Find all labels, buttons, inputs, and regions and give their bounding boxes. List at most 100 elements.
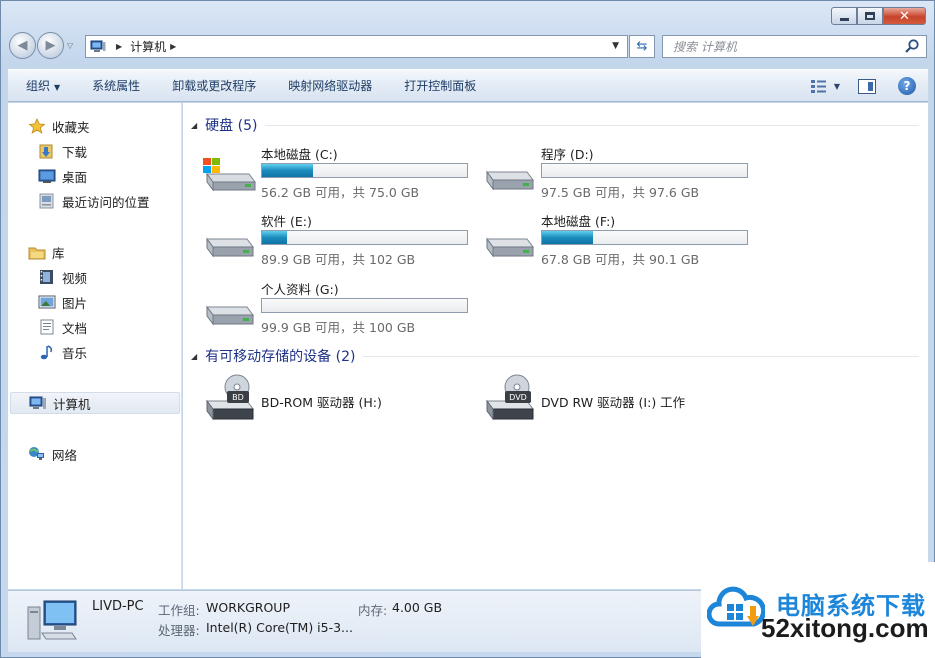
breadcrumb-separator-icon[interactable]: ▶ <box>116 42 122 51</box>
drive-item[interactable]: 个人资料 (G:) 99.9 GB 可用，共 100 GB <box>183 279 468 341</box>
maximize-button[interactable] <box>857 7 883 25</box>
organize-menu[interactable]: 组织 ▼ <box>8 77 76 94</box>
pictures-icon <box>38 295 56 309</box>
drive-usage-bar <box>261 163 468 178</box>
computer-icon <box>29 396 46 409</box>
recent-places-icon <box>39 193 54 209</box>
drive-item[interactable]: 软件 (E:) 89.9 GB 可用，共 102 GB <box>183 211 468 273</box>
help-icon[interactable]: ? <box>898 77 916 95</box>
drive-space-info: 99.9 GB 可用，共 100 GB <box>261 320 416 335</box>
cpu-value: Intel(R) Core(TM) i5-3... <box>206 620 353 635</box>
drive-usage-bar <box>541 163 748 178</box>
view-controls: ▼ ? <box>810 77 916 95</box>
drive-space-info: 56.2 GB 可用，共 75.0 GB <box>261 185 420 200</box>
drive-item[interactable]: 程序 (D:) 97.5 GB 可用，共 97.6 GB <box>463 144 748 206</box>
refresh-button[interactable]: ⇆ <box>629 35 655 58</box>
sidebar-item-desktop[interactable]: 桌面 <box>38 165 87 187</box>
uninstall-program-button[interactable]: 卸载或更改程序 <box>156 77 272 94</box>
drive-space-info: 97.5 GB 可用，共 97.6 GB <box>541 185 700 200</box>
sidebar-item-favorites[interactable]: 收藏夹 <box>28 115 90 137</box>
sidebar-item-recent-places[interactable]: 最近访问的位置 <box>38 190 150 212</box>
sidebar-item-libraries[interactable]: 库 <box>28 241 65 263</box>
cpu-label: 处理器: <box>158 623 200 638</box>
drive-name: BD-ROM 驱动器 (H:) <box>261 395 382 410</box>
sidebar-item-downloads[interactable]: 下载 <box>38 140 87 162</box>
minimize-icon <box>839 17 849 21</box>
system-drive-icon <box>203 158 256 192</box>
watermark: 电脑系统下载 52xitong.com <box>701 562 935 658</box>
sidebar-item-network[interactable]: 网络 <box>28 443 77 465</box>
drive-item[interactable]: 本地磁盘 (F:) 67.8 GB 可用，共 90.1 GB <box>463 211 748 273</box>
search-input[interactable]: 搜索 计算机 <box>662 35 927 58</box>
optical-drive-item[interactable]: BD BD-ROM 驱动器 (H:) <box>183 373 443 429</box>
drive-name: DVD RW 驱动器 (I:) 工作 <box>541 395 686 410</box>
drive-name: 本地磁盘 (F:) <box>541 214 616 229</box>
drive-usage-fill <box>262 231 287 244</box>
bd-badge: BD <box>232 393 244 402</box>
system-properties-button[interactable]: 系统属性 <box>76 77 156 94</box>
group-divider <box>265 124 919 126</box>
drive-usage-fill <box>542 231 594 244</box>
command-bar: 组织 ▼ 系统属性 卸载或更改程序 映射网络驱动器 打开控制面板 ▼ ? <box>8 69 928 102</box>
bd-rom-drive-icon: BD <box>206 374 254 421</box>
drive-space-info: 89.9 GB 可用，共 102 GB <box>261 252 416 267</box>
watermark-url: 52xitong.com <box>761 613 929 643</box>
caption-buttons: ✕ <box>831 7 926 25</box>
desktop-icon <box>38 169 56 183</box>
close-button[interactable]: ✕ <box>883 7 926 25</box>
preview-pane-icon[interactable] <box>858 78 876 94</box>
collapse-triangle-icon[interactable]: ◢ <box>191 352 197 361</box>
search-placeholder: 搜索 计算机 <box>673 40 737 54</box>
search-icon[interactable] <box>904 38 920 54</box>
drive-usage-fill <box>262 164 314 177</box>
navigation-buttons: ◀ ▶ ▽ <box>9 32 73 59</box>
workgroup-label: 工作组: <box>158 603 200 618</box>
back-arrow-icon: ◀ <box>17 38 28 53</box>
maximize-icon <box>865 12 875 20</box>
refresh-icon: ⇆ <box>636 39 648 54</box>
view-dropdown-icon[interactable]: ▼ <box>834 82 840 91</box>
optical-drive-item[interactable]: DVD DVD RW 驱动器 (I:) 工作 <box>463 373 723 429</box>
drive-usage-bar <box>541 230 748 245</box>
recent-pages-dropdown-icon[interactable]: ▽ <box>67 41 73 50</box>
navigation-pane: 收藏夹 下载 桌面 最近访问的位置 库 视频 图片 文档 音乐 计算机 网络 <box>8 103 182 589</box>
dvd-rw-drive-icon: DVD <box>486 374 534 421</box>
hard-drive-icon <box>486 237 534 258</box>
workgroup-value: WORKGROUP <box>206 600 290 615</box>
change-view-icon[interactable] <box>810 79 828 93</box>
forward-button[interactable]: ▶ <box>37 32 64 59</box>
drive-name: 本地磁盘 (C:) <box>261 147 338 162</box>
removable-group-header[interactable]: ◢ 有可移动存储的设备 (2) <box>191 346 919 366</box>
back-button[interactable]: ◀ <box>9 32 36 59</box>
video-icon <box>40 270 53 284</box>
map-network-drive-button[interactable]: 映射网络驱动器 <box>272 77 388 94</box>
group-title: 硬盘 (5) <box>205 118 258 134</box>
hard-drive-icon <box>486 170 534 191</box>
breadcrumb-separator-icon[interactable]: ▶ <box>170 42 176 51</box>
computer-icon <box>90 40 106 52</box>
sidebar-item-pictures[interactable]: 图片 <box>38 291 87 313</box>
close-icon: ✕ <box>899 8 910 24</box>
cloud-logo-icon <box>707 586 765 627</box>
sidebar-item-documents[interactable]: 文档 <box>38 316 87 338</box>
pc-name: LIVD-PC <box>92 599 144 614</box>
drive-item[interactable]: 本地磁盘 (C:) 56.2 GB 可用，共 75.0 GB <box>183 144 468 206</box>
hard-disks-group-header[interactable]: ◢ 硬盘 (5) <box>191 115 919 135</box>
minimize-button[interactable] <box>831 7 857 25</box>
breadcrumb-computer[interactable]: 计算机 <box>130 38 166 55</box>
documents-icon <box>40 319 54 335</box>
collapse-triangle-icon[interactable]: ◢ <box>191 121 197 130</box>
sidebar-item-videos[interactable]: 视频 <box>38 266 87 288</box>
address-dropdown-icon[interactable]: ▼ <box>612 41 619 51</box>
sidebar-item-music[interactable]: 音乐 <box>38 341 87 363</box>
hard-drive-icon <box>206 237 254 258</box>
drive-name: 软件 (E:) <box>261 214 312 229</box>
star-icon <box>28 118 46 134</box>
memory-value: 4.00 GB <box>392 600 443 615</box>
open-control-panel-button[interactable]: 打开控制面板 <box>388 77 492 94</box>
address-bar[interactable]: ▶ 计算机 ▶ ▼ <box>85 35 628 58</box>
downloads-folder-icon <box>39 144 53 159</box>
sidebar-item-computer[interactable]: 计算机 <box>10 392 180 414</box>
drive-name: 个人资料 (G:) <box>261 282 339 297</box>
group-title: 有可移动存储的设备 (2) <box>205 349 356 365</box>
